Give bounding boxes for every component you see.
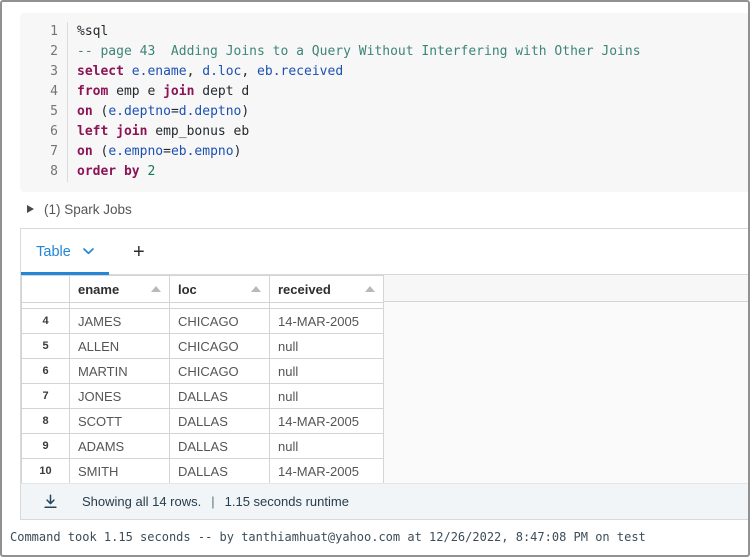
cell-ename: JAMES: [70, 309, 170, 334]
cell-ename: ALLEN: [70, 334, 170, 359]
cell-received: null: [270, 434, 384, 459]
active-tab-indicator: [21, 272, 109, 275]
table-header: ename loc received: [22, 276, 384, 303]
line-number: 3: [20, 62, 67, 82]
spark-jobs-label: (1) Spark Jobs: [44, 202, 132, 217]
table-row: 4JAMESCHICAGO14-MAR-2005: [22, 309, 384, 334]
cell-ename: ADAMS: [70, 434, 170, 459]
cell-received: null: [270, 334, 384, 359]
cell-loc: CHICAGO: [170, 359, 270, 384]
line-number: 5: [20, 102, 67, 122]
code-line-text: select e.ename, d.loc, eb.received: [67, 62, 343, 82]
cell-received: 14-MAR-2005: [270, 459, 384, 484]
column-header-received[interactable]: received: [270, 276, 384, 303]
code-line: 5on (e.deptno=d.deptno): [20, 102, 748, 122]
cell-loc: DALLAS: [170, 384, 270, 409]
cell-loc: CHICAGO: [170, 334, 270, 359]
table-row: 7JONESDALLASnull: [22, 384, 384, 409]
row-number: 10: [22, 459, 70, 484]
sort-icon[interactable]: [251, 286, 261, 292]
cell-loc: DALLAS: [170, 434, 270, 459]
results-tabbar: Table +: [21, 229, 748, 275]
notebook-cell: 1%sql2-- page 43 Adding Joins to a Query…: [0, 0, 750, 557]
code-line-text: on (e.empno=eb.empno): [67, 142, 241, 162]
results-table: enamelocreceived 4JAMESCHICAGO14-MAR-200…: [21, 275, 384, 483]
row-number: 6: [22, 359, 70, 384]
line-number: 2: [20, 42, 67, 62]
code-line: 3select e.ename, d.loc, eb.received: [20, 62, 748, 82]
table-row: 9ADAMSDALLASnull: [22, 434, 384, 459]
column-label: received: [278, 282, 331, 297]
line-number: 4: [20, 82, 67, 102]
table-row: 6MARTINCHICAGOnull: [22, 359, 384, 384]
tab-table[interactable]: Table: [21, 244, 109, 260]
sort-icon[interactable]: [151, 286, 161, 292]
code-line: 1%sql: [20, 22, 748, 42]
code-line: 2-- page 43 Adding Joins to a Query With…: [20, 42, 748, 62]
row-number: 4: [22, 309, 70, 334]
code-line-text: order by 2: [67, 162, 155, 182]
cell-loc: DALLAS: [170, 409, 270, 434]
column-header-loc[interactable]: loc: [170, 276, 270, 303]
code-line-text: left join emp_bonus eb: [67, 122, 249, 142]
cell-ename: SCOTT: [70, 409, 170, 434]
cell-received: 14-MAR-2005: [270, 309, 384, 334]
command-status-line: Command took 1.15 seconds -- by tanthiam…: [2, 520, 748, 544]
code-line-text: from emp e join dept d: [67, 82, 249, 102]
code-line: 6left join emp_bonus eb: [20, 122, 748, 142]
row-number: 5: [22, 334, 70, 359]
code-line: 4from emp e join dept d: [20, 82, 748, 102]
table-row: 5ALLENCHICAGOnull: [22, 334, 384, 359]
code-line-text: on (e.deptno=d.deptno): [67, 102, 249, 122]
code-line: 7on (e.empno=eb.empno): [20, 142, 748, 162]
column-label: loc: [178, 282, 197, 297]
footer-separator: |: [211, 494, 214, 509]
code-editor[interactable]: 1%sql2-- page 43 Adding Joins to a Query…: [20, 13, 748, 192]
row-number: 8: [22, 409, 70, 434]
cell-received: 14-MAR-2005: [270, 409, 384, 434]
cell-received: null: [270, 384, 384, 409]
cell-loc: DALLAS: [170, 459, 270, 484]
row-number-column-header: [22, 276, 70, 303]
cell-received: null: [270, 359, 384, 384]
add-visualization-button[interactable]: +: [127, 241, 151, 263]
column-header-ename[interactable]: ename: [70, 276, 170, 303]
cell-loc: CHICAGO: [170, 309, 270, 334]
code-line-text: %sql: [67, 22, 108, 42]
code-lines: 1%sql2-- page 43 Adding Joins to a Query…: [20, 22, 748, 182]
collapsed-arrow-icon: [27, 205, 34, 213]
download-results-button[interactable]: [43, 494, 58, 509]
cell-ename: JONES: [70, 384, 170, 409]
line-number: 6: [20, 122, 67, 142]
spark-jobs-toggle[interactable]: (1) Spark Jobs: [27, 200, 748, 218]
code-line-text: -- page 43 Adding Joins to a Query Witho…: [67, 42, 641, 62]
row-number: 7: [22, 384, 70, 409]
results-panel: Table + enamelocreceived 4JAMESCHICAGO14…: [20, 228, 748, 520]
table-row: 8SCOTTDALLAS14-MAR-2005: [22, 409, 384, 434]
cell-ename: SMITH: [70, 459, 170, 484]
results-footer: Showing all 14 rows. | 1.15 seconds runt…: [21, 483, 748, 519]
column-label: ename: [78, 282, 119, 297]
cell-ename: MARTIN: [70, 359, 170, 384]
line-number: 1: [20, 22, 67, 42]
tab-table-label: Table: [36, 244, 71, 260]
table-filler: [384, 275, 748, 483]
line-number: 8: [20, 162, 67, 182]
row-count-text: Showing all 14 rows.: [82, 494, 201, 509]
table-filler-header: [384, 275, 748, 302]
sort-icon[interactable]: [365, 286, 375, 292]
chevron-down-icon[interactable]: [83, 248, 94, 255]
table-row: 10SMITHDALLAS14-MAR-2005: [22, 459, 384, 484]
code-line: 8order by 2: [20, 162, 748, 182]
download-icon: [43, 494, 58, 509]
results-table-region[interactable]: enamelocreceived 4JAMESCHICAGO14-MAR-200…: [21, 275, 748, 483]
runtime-text: 1.15 seconds runtime: [225, 494, 349, 509]
row-number: 9: [22, 434, 70, 459]
line-number: 7: [20, 142, 67, 162]
